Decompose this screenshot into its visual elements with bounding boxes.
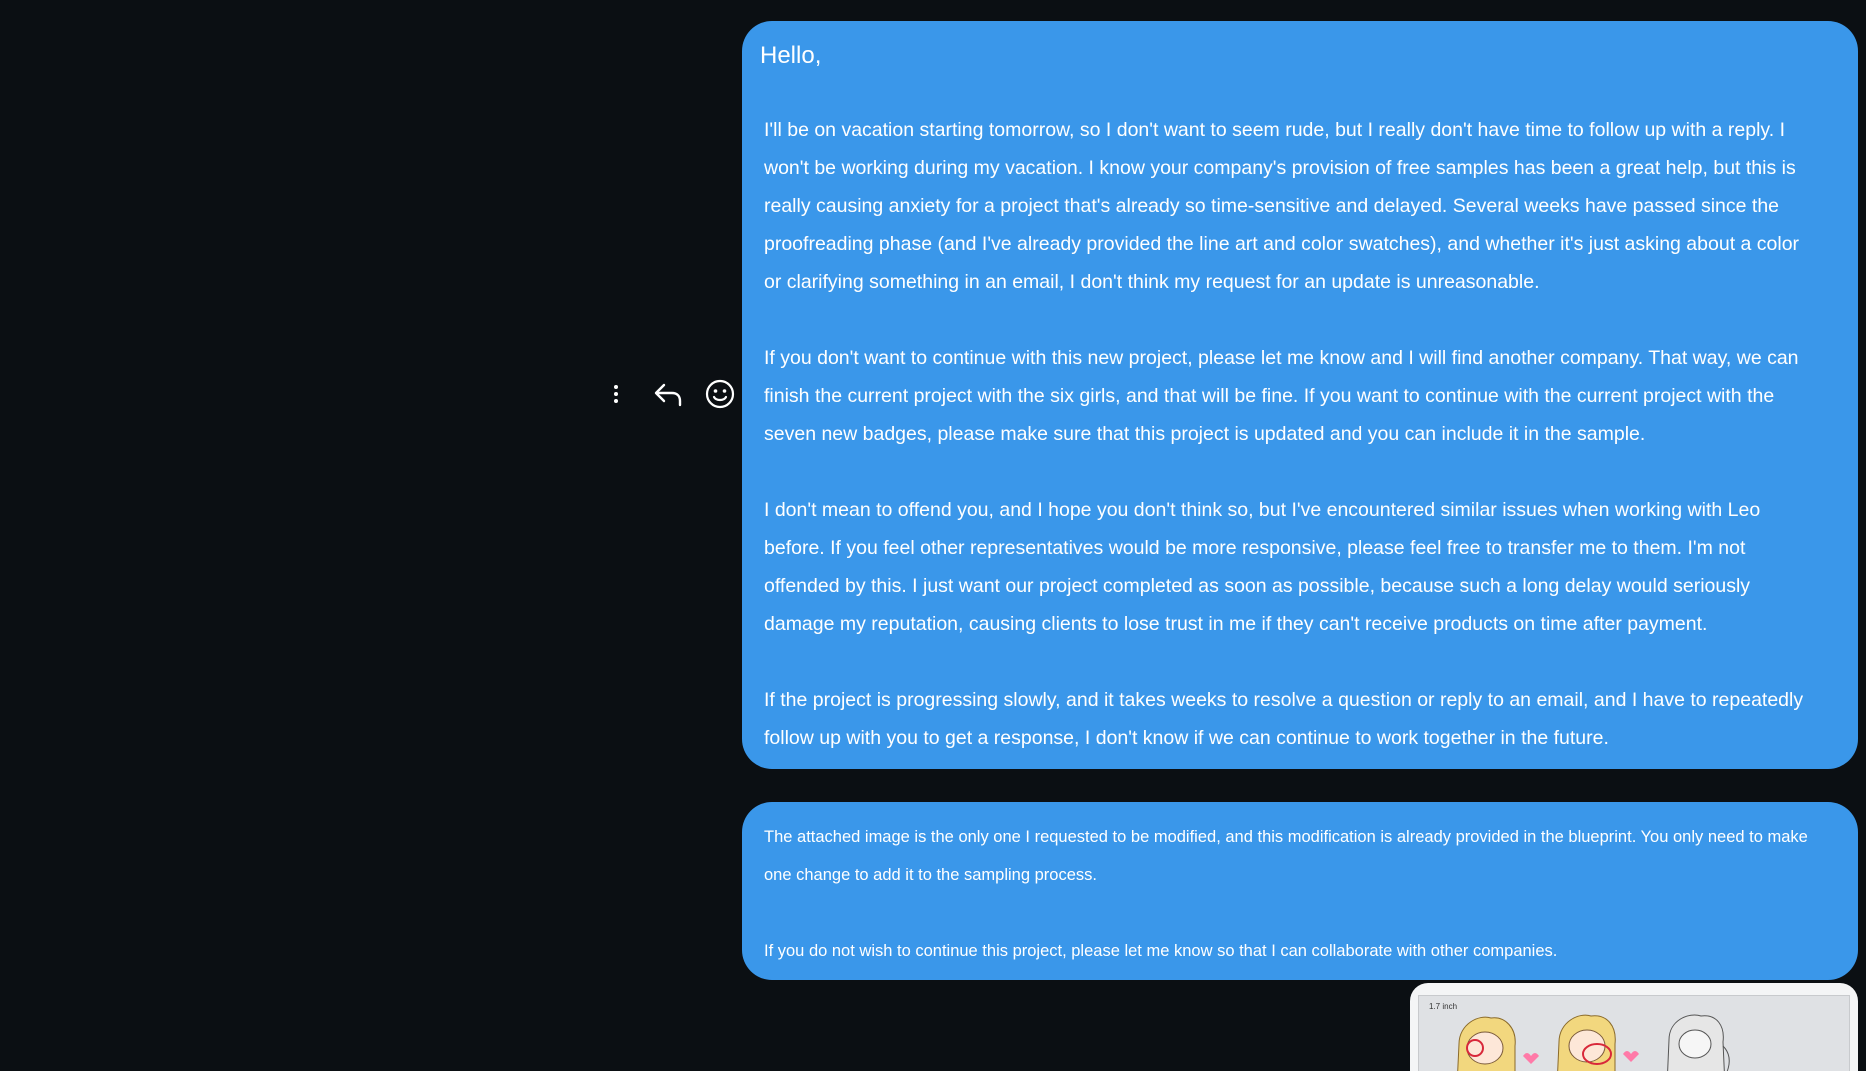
message-paragraph: The attached image is the only one I req… <box>764 828 1808 884</box>
react-button[interactable] <box>700 374 740 414</box>
attachment-preview: 1.7 inch <box>1418 995 1850 1071</box>
reply-icon <box>654 383 682 407</box>
image-attachment[interactable]: 1.7 inch <box>1410 983 1858 1071</box>
message-actions <box>596 374 740 414</box>
reply-button[interactable] <box>648 374 688 414</box>
message-paragraph: If you do not wish to continue this proj… <box>764 942 1558 960</box>
emoji-icon <box>705 379 735 409</box>
more-vertical-icon <box>614 385 618 403</box>
message-paragraph: I'll be on vacation starting tomorrow, s… <box>764 119 1800 293</box>
message-paragraph: I don't mean to offend you, and I hope y… <box>764 499 1761 635</box>
message-bubble[interactable]: Hello, I'll be on vacation starting tomo… <box>742 21 1858 769</box>
message-paragraph: If the project is progressing slowly, an… <box>764 689 1804 749</box>
message-paragraph: If you don't want to continue with this … <box>764 347 1799 445</box>
message-greeting: Hello, <box>760 42 822 69</box>
character-artwork-image <box>1457 1014 1730 1071</box>
message-bubble[interactable]: The attached image is the only one I req… <box>742 802 1858 980</box>
more-options-button[interactable] <box>596 374 636 414</box>
chat-view: Hello, I'll be on vacation starting tomo… <box>0 0 1866 1071</box>
